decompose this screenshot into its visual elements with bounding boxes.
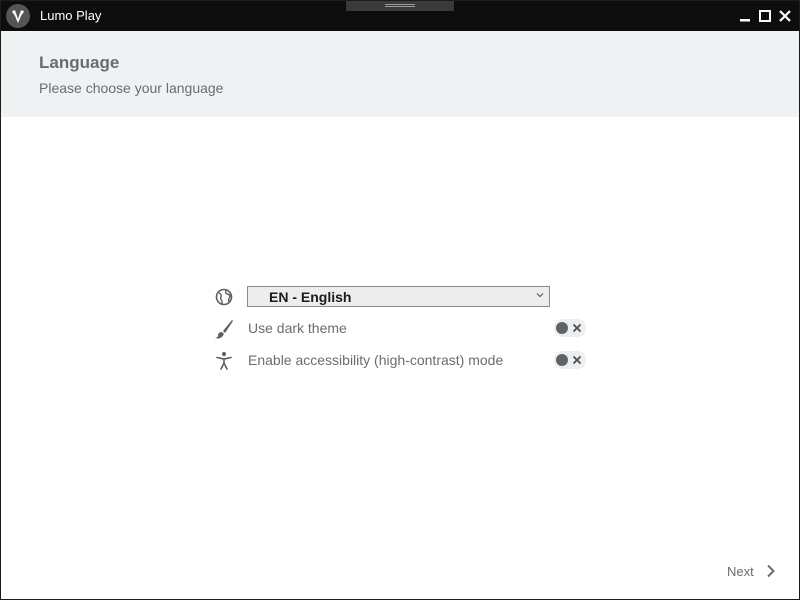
window-drag-handle[interactable] <box>346 1 454 11</box>
x-icon <box>572 355 582 365</box>
page-subtitle: Please choose your language <box>39 80 224 96</box>
maximize-icon[interactable] <box>757 8 773 24</box>
language-select[interactable]: EN - English <box>247 286 550 307</box>
chevron-down-icon <box>536 293 544 298</box>
accessibility-toggle[interactable] <box>554 351 586 369</box>
accessibility-label: Enable accessibility (high-contrast) mod… <box>248 352 504 368</box>
next-button-label: Next <box>727 564 754 579</box>
title-bar[interactable]: Lumo Play <box>1 1 799 31</box>
accessibility-icon <box>216 352 232 370</box>
minimize-icon[interactable] <box>737 8 753 24</box>
x-icon <box>572 323 582 333</box>
grip-icon <box>385 4 415 7</box>
globe-icon <box>215 288 233 306</box>
page-header: Language Please choose your language <box>1 31 799 117</box>
dark-theme-label: Use dark theme <box>248 320 347 336</box>
lumo-logo-icon <box>6 4 30 28</box>
app-title: Lumo Play <box>40 8 102 23</box>
app-window: Lumo Play Language Please choose your la… <box>0 0 800 600</box>
toggle-knob <box>556 354 568 366</box>
next-button[interactable]: Next <box>727 561 779 581</box>
toggle-knob <box>556 322 568 334</box>
dark-theme-toggle[interactable] <box>554 319 586 337</box>
page-title: Language <box>39 53 120 72</box>
brush-icon <box>215 320 233 339</box>
close-icon[interactable] <box>777 8 793 24</box>
language-select-value: EN - English <box>269 289 352 305</box>
chevron-right-icon <box>767 564 775 578</box>
